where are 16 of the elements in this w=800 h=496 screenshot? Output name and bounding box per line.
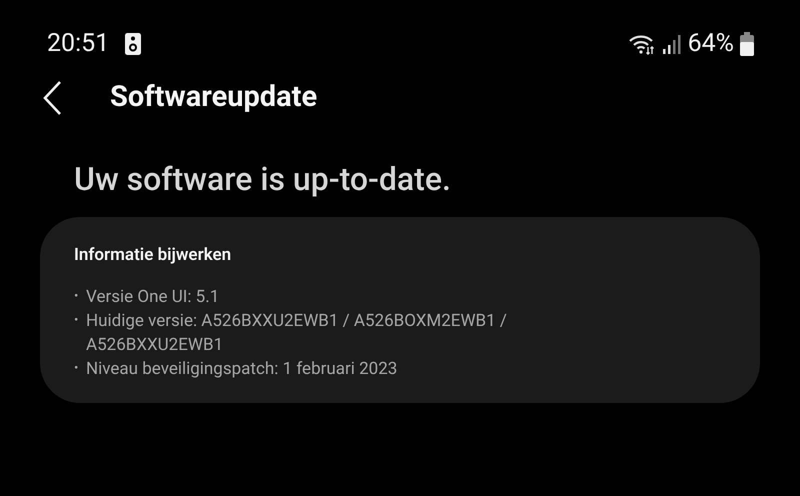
wifi-icon	[628, 33, 656, 55]
info-text: Niveau beveiligingspatch: 1 februari 2023	[86, 358, 398, 381]
info-text: Huidige versie: A526BXXU2EWB1 / A526BOXM2EWB1 / A526BXXU2EWB1	[86, 310, 508, 357]
bullet: •	[74, 288, 80, 306]
back-icon	[42, 80, 62, 116]
signal-icon	[662, 33, 682, 55]
status-heading: Uw software is up-to-date.	[74, 159, 452, 200]
page-title: Softwareupdate	[110, 79, 318, 116]
clock: 20:51	[47, 28, 110, 60]
bullet: •	[74, 312, 80, 330]
info-text: Versie One UI: 5.1	[86, 286, 220, 309]
speaker-icon	[125, 33, 142, 55]
battery-percentage: 64%	[688, 28, 734, 60]
battery-icon	[740, 32, 754, 56]
card-title: Informatie bijwerken	[74, 244, 232, 267]
bullet: •	[74, 360, 80, 378]
